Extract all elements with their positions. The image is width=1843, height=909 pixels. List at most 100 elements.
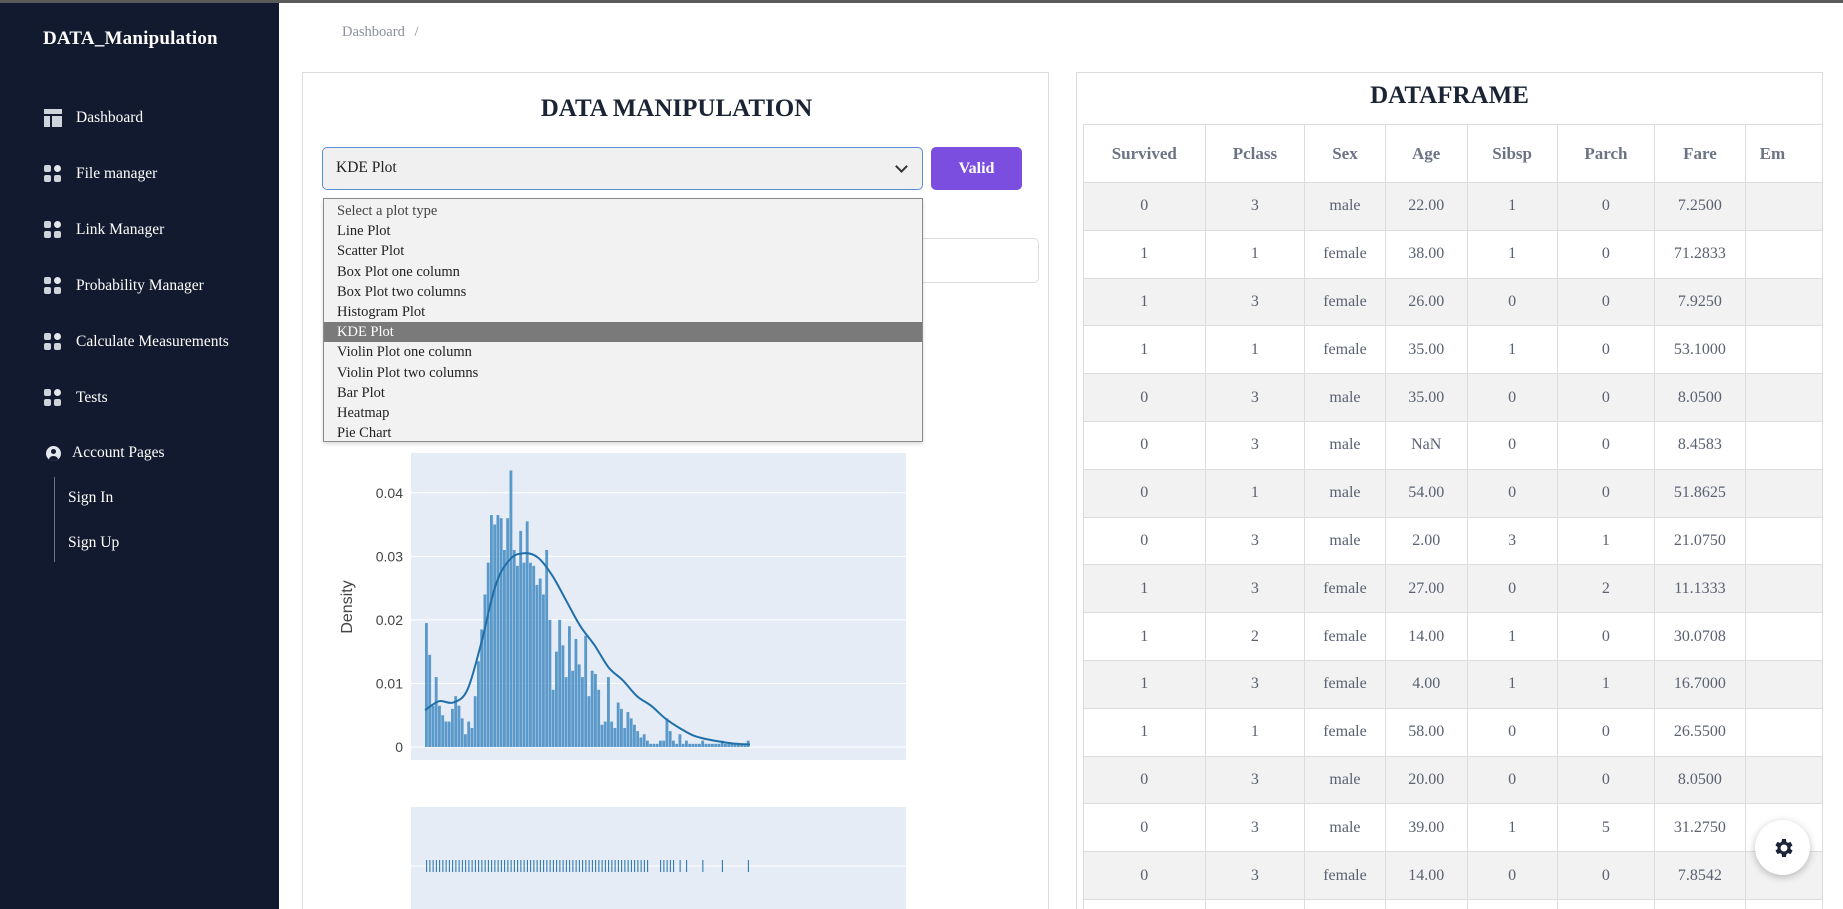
sidebar-item-sign-in[interactable]: Sign In: [68, 489, 113, 507]
dropdown-option[interactable]: Histogram Plot: [324, 302, 922, 322]
table-row[interactable]: 0 3 male 2.00 3 1 21.0750: [1083, 516, 1822, 566]
table-cell: 0: [1466, 420, 1558, 470]
window-top-border: [0, 0, 1843, 3]
table-cell: [1744, 420, 1822, 470]
histogram-bar: [607, 677, 610, 747]
table-cell: 51.8625: [1654, 468, 1746, 518]
table-row[interactable]: 1 1 female 38.00 1 0 71.2833: [1083, 229, 1822, 279]
table-row[interactable]: 0 3 male 20.00 0 0 8.0500: [1083, 755, 1822, 805]
table-row[interactable]: [1083, 898, 1822, 909]
sidebar-item-dashboard[interactable]: Dashboard: [44, 109, 143, 127]
table-row[interactable]: 1 2 female 14.00 1 0 30.0708: [1083, 612, 1822, 661]
valid-button[interactable]: Valid: [931, 147, 1022, 190]
sidebar-item-link-manager[interactable]: Link Manager: [44, 221, 164, 239]
dataframe-card: DATAFRAME Survived Pclass Sex Age Sibsp …: [1076, 72, 1823, 909]
column-header[interactable]: Survived: [1083, 124, 1206, 183]
histogram-bar: [701, 740, 705, 747]
dropdown-option[interactable]: Violin Plot one column: [324, 342, 922, 362]
column-header[interactable]: Sibsp: [1466, 124, 1558, 183]
sidebar-item-file-manager[interactable]: File manager: [44, 165, 157, 183]
dropdown-option[interactable]: Box Plot two columns: [324, 282, 922, 302]
table-cell: 3: [1204, 659, 1306, 709]
table-cell: female: [1304, 612, 1386, 661]
table-row[interactable]: 0 1 male 54.00 0 0 51.8625: [1083, 468, 1822, 518]
histogram-bar: [545, 549, 549, 747]
histogram-bar: [603, 721, 607, 747]
table-cell: female: [1304, 325, 1386, 375]
grid-icon: [44, 389, 62, 407]
sidebar-item-sign-up[interactable]: Sign Up: [68, 534, 119, 552]
histogram-bar: [655, 743, 659, 747]
table-cell: 20.00: [1384, 755, 1468, 805]
table-row[interactable]: 1 3 female 26.00 0 0 7.9250: [1083, 277, 1822, 327]
column-header[interactable]: Pclass: [1204, 124, 1306, 183]
dropdown-option-selected[interactable]: KDE Plot: [324, 322, 922, 343]
table-cell: 26.00: [1384, 277, 1468, 327]
table-cell: [1744, 229, 1822, 279]
table-cell: 1: [1083, 325, 1206, 375]
table-cell: [1556, 898, 1656, 909]
table-cell: 1: [1083, 659, 1206, 709]
table-cell: male: [1304, 803, 1386, 853]
table-cell: 31.2750: [1654, 803, 1746, 853]
table-row[interactable]: 0 3 male 35.00 0 0 8.0500: [1083, 373, 1822, 422]
histogram-bar: [561, 645, 565, 747]
plot-type-select[interactable]: KDE Plot: [322, 147, 923, 190]
sidebar-item-calculate-measurements[interactable]: Calculate Measurements: [44, 333, 229, 351]
table-row[interactable]: 0 3 male 39.00 1 5 31.2750: [1083, 803, 1822, 853]
table-cell: 1: [1466, 803, 1558, 853]
histogram-bar: [672, 740, 675, 747]
dropdown-option[interactable]: Box Plot one column: [324, 262, 922, 282]
sidebar-item-account-pages[interactable]: Account Pages: [46, 444, 165, 462]
histogram-bar: [646, 740, 649, 747]
table-row[interactable]: 0 3 male NaN 0 0 8.4583: [1083, 420, 1822, 470]
dataframe-table-container[interactable]: Survived Pclass Sex Age Sibsp Parch Fare…: [1083, 124, 1822, 909]
histogram-bar: [626, 712, 630, 747]
table-cell: 3: [1204, 755, 1306, 805]
table-cell: 5: [1556, 803, 1656, 853]
table-row[interactable]: 1 1 female 35.00 1 0 53.1000: [1083, 325, 1822, 375]
column-header[interactable]: Em: [1744, 124, 1822, 183]
table-cell: female: [1304, 659, 1386, 709]
table-cell: [1744, 516, 1822, 566]
histogram-bar: [587, 696, 591, 747]
table-row[interactable]: 1 1 female 58.00 0 0 26.5500: [1083, 707, 1822, 757]
dropdown-option[interactable]: Pie Chart: [324, 423, 922, 443]
dropdown-option[interactable]: Violin Plot two columns: [324, 363, 922, 383]
y-tick-label: 0.03: [376, 548, 403, 564]
column-header[interactable]: Sex: [1304, 124, 1386, 183]
table-cell: 0: [1556, 325, 1656, 375]
histogram-bar: [568, 626, 571, 747]
table-cell: 35.00: [1384, 373, 1468, 422]
table-row[interactable]: 1 3 female 4.00 1 1 16.7000: [1083, 659, 1822, 709]
column-header[interactable]: Fare: [1654, 124, 1746, 183]
sidebar-item-tests[interactable]: Tests: [44, 389, 108, 407]
dropdown-option[interactable]: Heatmap: [324, 403, 922, 423]
column-header[interactable]: Parch: [1556, 124, 1656, 183]
dropdown-option[interactable]: Line Plot: [324, 221, 922, 241]
settings-button[interactable]: [1755, 820, 1810, 875]
table-cell: male: [1304, 755, 1386, 805]
chevron-down-icon: [895, 160, 908, 173]
histogram-bar: [525, 521, 529, 747]
column-select-field[interactable]: [919, 238, 1039, 283]
table-row[interactable]: 0 3 female 14.00 0 0 7.8542: [1083, 851, 1822, 900]
table-cell: 1: [1083, 707, 1206, 757]
table-row[interactable]: 0 3 male 22.00 1 0 7.2500: [1083, 182, 1822, 231]
dropdown-option[interactable]: Bar Plot: [324, 383, 922, 403]
table-cell: 0: [1556, 277, 1656, 327]
dataframe-title: DATAFRAME: [1370, 82, 1529, 109]
y-axis-label: Density: [339, 580, 356, 633]
histogram-bar: [509, 470, 513, 747]
table-cell: [1744, 373, 1822, 422]
table-row[interactable]: 1 3 female 27.00 0 2 11.1333: [1083, 564, 1822, 614]
dropdown-option[interactable]: Select a plot type: [324, 201, 922, 221]
histogram-bar: [516, 565, 519, 747]
dropdown-option[interactable]: Scatter Plot: [324, 241, 922, 261]
table-cell: [1304, 898, 1386, 909]
breadcrumb-dashboard[interactable]: Dashboard: [342, 24, 405, 40]
column-header[interactable]: Age: [1384, 124, 1468, 183]
histogram-bar: [496, 515, 500, 747]
sidebar-item-probability-manager[interactable]: Probability Manager: [44, 277, 204, 295]
brand-title[interactable]: DATA_Manipulation: [43, 28, 218, 50]
